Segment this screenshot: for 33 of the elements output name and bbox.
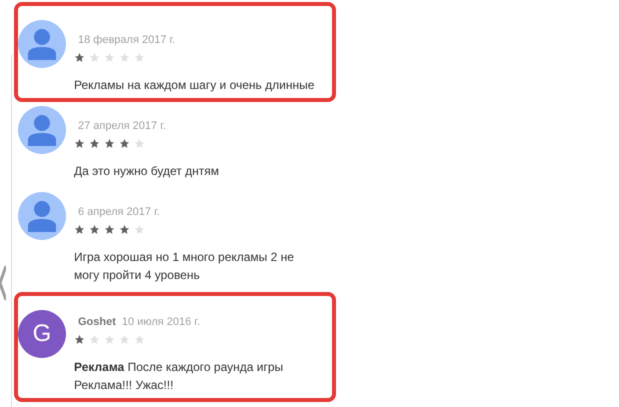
star-icon — [74, 334, 85, 344]
star-icon — [89, 138, 100, 148]
star-icon — [134, 52, 145, 62]
review-date: 6 апреля 2017 г. — [78, 205, 160, 220]
star-icon — [119, 138, 130, 148]
star-icon — [89, 52, 100, 62]
star-icon — [89, 334, 100, 344]
avatar: G — [18, 310, 66, 358]
star-icon — [89, 224, 100, 234]
star-icon — [104, 138, 115, 148]
star-icon — [104, 52, 115, 62]
author-name: Goshet — [78, 315, 116, 330]
star-icon — [104, 224, 115, 234]
avatar-icon — [18, 192, 66, 240]
avatar-icon — [18, 106, 66, 154]
star-icon — [74, 52, 85, 62]
avatar-icon — [18, 20, 66, 68]
star-icon — [119, 224, 130, 234]
review-text: Игра хорошая но 1 много рекламы 2 не могу пройти 4 уровень — [74, 249, 295, 284]
review-text: Да это нужно будет днтям — [74, 163, 220, 180]
star-icon — [134, 334, 145, 344]
review-text: Реклама После каждого раунда игры Реклама!!! Ужас!!! — [74, 359, 284, 394]
review-text: Рекламы на каждом шагу и очень длинные — [74, 77, 316, 94]
star-icon — [74, 138, 85, 148]
star-icon — [74, 224, 85, 234]
review-date: 27 апреля 2017 г. — [78, 119, 166, 134]
star-icon — [134, 224, 145, 234]
review-date: 10 июля 2016 г. — [122, 315, 200, 330]
review-date: 18 февраля 2017 г. — [78, 33, 176, 48]
star-icon — [119, 334, 130, 344]
star-icon — [134, 138, 145, 148]
star-icon — [104, 334, 115, 344]
star-icon — [119, 52, 130, 62]
